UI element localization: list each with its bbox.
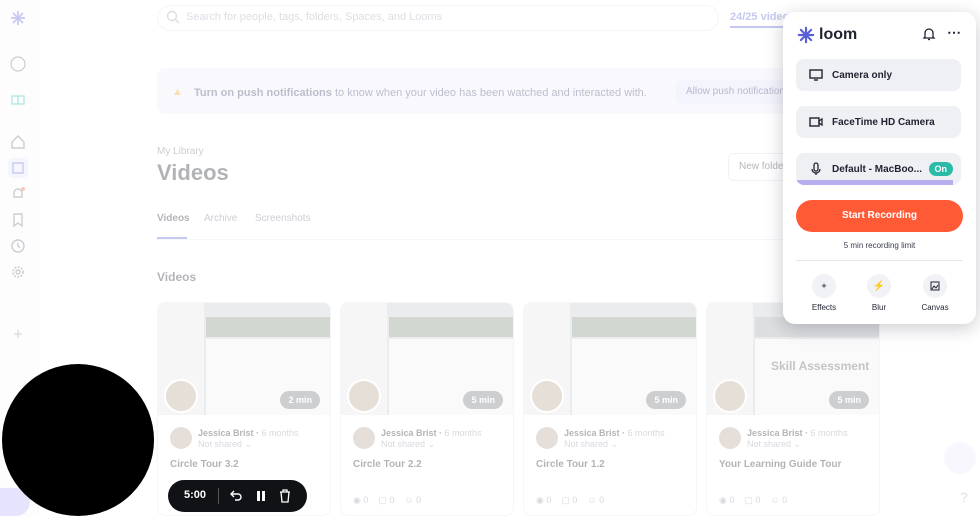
- start-recording-button[interactable]: Start Recording: [796, 200, 963, 232]
- views-icon: ◉ 0: [353, 495, 369, 505]
- search-placeholder: Search for people, tags, folders, Spaces…: [186, 11, 443, 23]
- duration-badge: 5 min: [829, 391, 869, 409]
- video-title[interactable]: Circle Tour 1.2: [536, 459, 605, 470]
- video-stats: ◉ 0 ▢ 0 ☺ 0: [353, 495, 421, 506]
- duration-badge: 5 min: [646, 391, 686, 409]
- reactions-icon: ☺ 0: [587, 495, 605, 505]
- video-thumbnail[interactable]: 2 min: [158, 303, 330, 415]
- video-card[interactable]: 5 min Jessica Brist · 6 months Not share…: [340, 302, 514, 516]
- share-status[interactable]: Not shared ⌄: [564, 439, 618, 450]
- share-status[interactable]: Not shared ⌄: [381, 439, 435, 450]
- video-title[interactable]: Circle Tour 2.2: [353, 459, 422, 470]
- reactions-icon: ☺ 0: [770, 495, 788, 505]
- effects-icon: ✦: [820, 280, 828, 291]
- video-title[interactable]: Your Learning Guide Tour: [719, 459, 841, 470]
- duration-badge: 2 min: [280, 391, 320, 409]
- duration-badge: 5 min: [463, 391, 503, 409]
- microphone-icon: [811, 162, 821, 175]
- avatar: [536, 427, 558, 449]
- library-icon[interactable]: [8, 158, 28, 178]
- gift-icon[interactable]: [8, 88, 28, 108]
- microphone-select[interactable]: Default - MacBoo... On: [796, 153, 961, 185]
- avatar: [719, 427, 741, 449]
- lightning-icon: ⚡: [872, 280, 886, 292]
- video-title[interactable]: Circle Tour 3.2: [170, 459, 239, 470]
- monitor-icon: [809, 69, 823, 81]
- warning-icon: ▲: [172, 86, 183, 98]
- recording-controls: 5:00: [168, 480, 307, 512]
- loom-logo: loom: [797, 26, 857, 44]
- share-status[interactable]: Not shared ⌄: [198, 439, 252, 450]
- delete-icon[interactable]: [277, 488, 293, 504]
- avatar: [170, 427, 192, 449]
- add-icon[interactable]: [8, 324, 28, 344]
- video-card[interactable]: Skill Assessment 5 min Jessica Brist · 6…: [706, 302, 880, 516]
- tab-videos[interactable]: Videos: [157, 213, 190, 224]
- views-icon: ◉ 0: [536, 495, 552, 505]
- help-widget-button[interactable]: [944, 442, 976, 474]
- banner-message: Turn on push notifications to know when …: [194, 87, 647, 99]
- mic-toggle[interactable]: On: [928, 162, 953, 176]
- notifications-icon[interactable]: [8, 184, 28, 204]
- blur-button[interactable]: ⚡ Blur: [859, 274, 899, 312]
- camera-only-option[interactable]: Camera only: [796, 59, 961, 91]
- comments-icon: ▢ 0: [378, 495, 395, 505]
- workspace-icon[interactable]: [8, 54, 28, 74]
- image-icon: [930, 281, 940, 291]
- canvas-button[interactable]: Canvas: [915, 274, 955, 312]
- video-thumbnail[interactable]: 5 min: [524, 303, 696, 415]
- settings-icon[interactable]: [8, 262, 28, 282]
- active-tab-indicator: [157, 237, 187, 239]
- share-status[interactable]: Not shared ⌄: [747, 439, 801, 450]
- video-camera-icon: [809, 117, 823, 127]
- author-name: Jessica Brist · 6 months: [564, 428, 665, 438]
- loom-recorder-popup: loom ⋯ Camera only FaceTime HD Camera De…: [783, 12, 976, 324]
- reactions-icon: ☺ 0: [404, 495, 422, 505]
- author-name: Jessica Brist · 6 months: [747, 428, 848, 438]
- comments-icon: ▢ 0: [744, 495, 761, 505]
- views-icon: ◉ 0: [719, 495, 735, 505]
- page-title: Videos: [157, 160, 229, 185]
- effects-button[interactable]: ✦ Effects: [804, 274, 844, 312]
- camera-bubble[interactable]: [2, 364, 154, 516]
- pause-icon[interactable]: [253, 488, 269, 504]
- video-card[interactable]: 5 min Jessica Brist · 6 months Not share…: [523, 302, 697, 516]
- library-label: My Library: [157, 146, 204, 157]
- recording-limit-text: 5 min recording limit: [843, 241, 916, 250]
- home-icon[interactable]: [8, 132, 28, 152]
- video-thumbnail[interactable]: 5 min: [341, 303, 513, 415]
- video-stats: ◉ 0 ▢ 0 ☺ 0: [536, 495, 604, 506]
- recording-timer: 5:00: [184, 489, 207, 501]
- loom-logo-icon[interactable]: [8, 8, 28, 28]
- comments-icon: ▢ 0: [561, 495, 578, 505]
- search-icon: [166, 10, 180, 24]
- restart-icon[interactable]: [228, 488, 244, 504]
- author-name: Jessica Brist · 6 months: [198, 428, 299, 438]
- controls-divider: [218, 488, 219, 504]
- camera-select[interactable]: FaceTime HD Camera: [796, 106, 961, 138]
- tab-archive[interactable]: Archive: [204, 213, 237, 224]
- help-icon[interactable]: ?: [960, 489, 968, 505]
- more-options-icon[interactable]: ⋯: [947, 24, 961, 41]
- loom-brand-icon: [797, 26, 815, 44]
- thumbnail-text: Skill Assessment: [771, 359, 870, 373]
- author-name: Jessica Brist · 6 months: [381, 428, 482, 438]
- popup-divider: [796, 260, 963, 261]
- bookmark-icon[interactable]: [8, 210, 28, 230]
- tab-screenshots[interactable]: Screenshots: [255, 213, 311, 224]
- history-icon[interactable]: [8, 236, 28, 256]
- video-stats: ◉ 0 ▢ 0 ☺ 0: [719, 495, 787, 506]
- avatar: [353, 427, 375, 449]
- bell-icon[interactable]: [921, 26, 937, 42]
- section-title: Videos: [157, 270, 197, 284]
